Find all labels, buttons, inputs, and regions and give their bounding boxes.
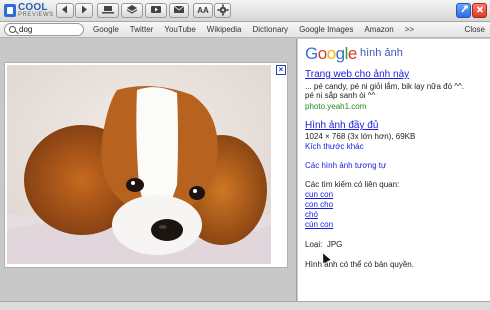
font-size-label: AA: [197, 6, 209, 15]
page-link[interactable]: Trang web cho ảnh này: [305, 69, 409, 80]
more-links[interactable]: >>: [405, 25, 414, 34]
main-area: × Google hình ảnh Trang web cho ảnh này …: [0, 39, 490, 301]
logo-mark-icon: [4, 4, 16, 17]
back-button[interactable]: [56, 3, 74, 18]
related-title: Các tìm kiếm có liên quan:: [305, 180, 400, 189]
panel-subtitle: hình ảnh: [360, 47, 403, 59]
puppy-image[interactable]: [7, 65, 271, 264]
source-site: photo.yeah1.com: [305, 102, 367, 111]
bottom-bar: [0, 301, 490, 310]
logo-subtext: PREVIEWS: [18, 12, 54, 18]
link-youtube[interactable]: YouTube: [164, 25, 195, 34]
image-pane: ×: [0, 39, 297, 301]
settings-button[interactable]: [214, 3, 231, 18]
search-input[interactable]: [19, 24, 81, 35]
related-search-4[interactable]: cún con: [305, 220, 333, 230]
snippet: ... pé candy, pé ni giỏi lắm, bik lạy nữ…: [305, 82, 487, 100]
related-search-2[interactable]: con cho: [305, 200, 333, 210]
snippet-line-1: ... pé candy, pé ni giỏi lắm, bik lạy nữ…: [305, 82, 465, 91]
link-google[interactable]: Google: [93, 25, 119, 34]
cool-previews-logo: COOL PREVIEWS: [4, 2, 54, 20]
video-button[interactable]: [145, 3, 167, 18]
type-value: JPG: [326, 240, 343, 249]
envelope-icon: [173, 5, 185, 13]
font-size-button[interactable]: AA: [193, 3, 213, 18]
pin-button[interactable]: [456, 3, 471, 18]
forward-button[interactable]: [75, 3, 93, 18]
email-button[interactable]: [169, 3, 189, 18]
fullsize-info: 1024 × 768 (3x lớn hơn), 69KB: [305, 132, 416, 141]
close-icon: [476, 6, 483, 13]
play-icon: [151, 6, 161, 13]
arrow-left-icon: [62, 5, 67, 14]
close-link[interactable]: Close: [465, 25, 485, 34]
related-search-1[interactable]: cun con: [305, 190, 333, 200]
layers-icon: [126, 5, 138, 14]
link-google-images[interactable]: Google Images: [299, 25, 353, 34]
search-bar: Google Twitter YouTube Wikipedia Dictionary G…: [0, 22, 490, 38]
link-wikipedia[interactable]: Wikipedia: [207, 25, 242, 34]
related-search-3[interactable]: chó: [305, 210, 318, 220]
link-twitter[interactable]: Twitter: [130, 25, 154, 34]
layers-button[interactable]: [121, 3, 143, 18]
type-label: Loại:: [305, 240, 323, 249]
close-window-button[interactable]: [472, 3, 487, 18]
dog-photo: [7, 65, 271, 264]
gear-icon: [217, 4, 228, 16]
copyright-notice: Hình ảnh có thể có bản quyền.: [305, 260, 414, 269]
top-toolbar: COOL PREVIEWS AA: [0, 0, 490, 22]
arrow-right-icon: [82, 5, 87, 14]
info-panel: Google hình ảnh Trang web cho ảnh này ..…: [298, 39, 490, 301]
google-logo: Google: [305, 44, 357, 63]
link-amazon[interactable]: Amazon: [364, 25, 393, 34]
pin-icon: [460, 5, 468, 13]
link-dictionary[interactable]: Dictionary: [252, 25, 288, 34]
search-icon: [9, 26, 16, 33]
site-links: Google Twitter YouTube Wikipedia Dictionary G…: [93, 25, 425, 34]
snippet-line-2: pé ni sắp sanh òi ^^: [305, 91, 376, 100]
search-box[interactable]: [4, 23, 84, 36]
type-row: Loại: JPG: [305, 240, 342, 250]
similar-images-link[interactable]: Các hình ảnh tương tự: [305, 161, 386, 171]
view-mode-button[interactable]: [97, 3, 119, 18]
close-preview-button[interactable]: ×: [276, 65, 286, 75]
other-sizes-link[interactable]: Kích thước khác: [305, 142, 364, 152]
close-preview-glyph: ×: [278, 65, 284, 74]
fullsize-link[interactable]: Hình ảnh đầy đủ: [305, 120, 378, 131]
laptop-icon: [102, 6, 114, 14]
